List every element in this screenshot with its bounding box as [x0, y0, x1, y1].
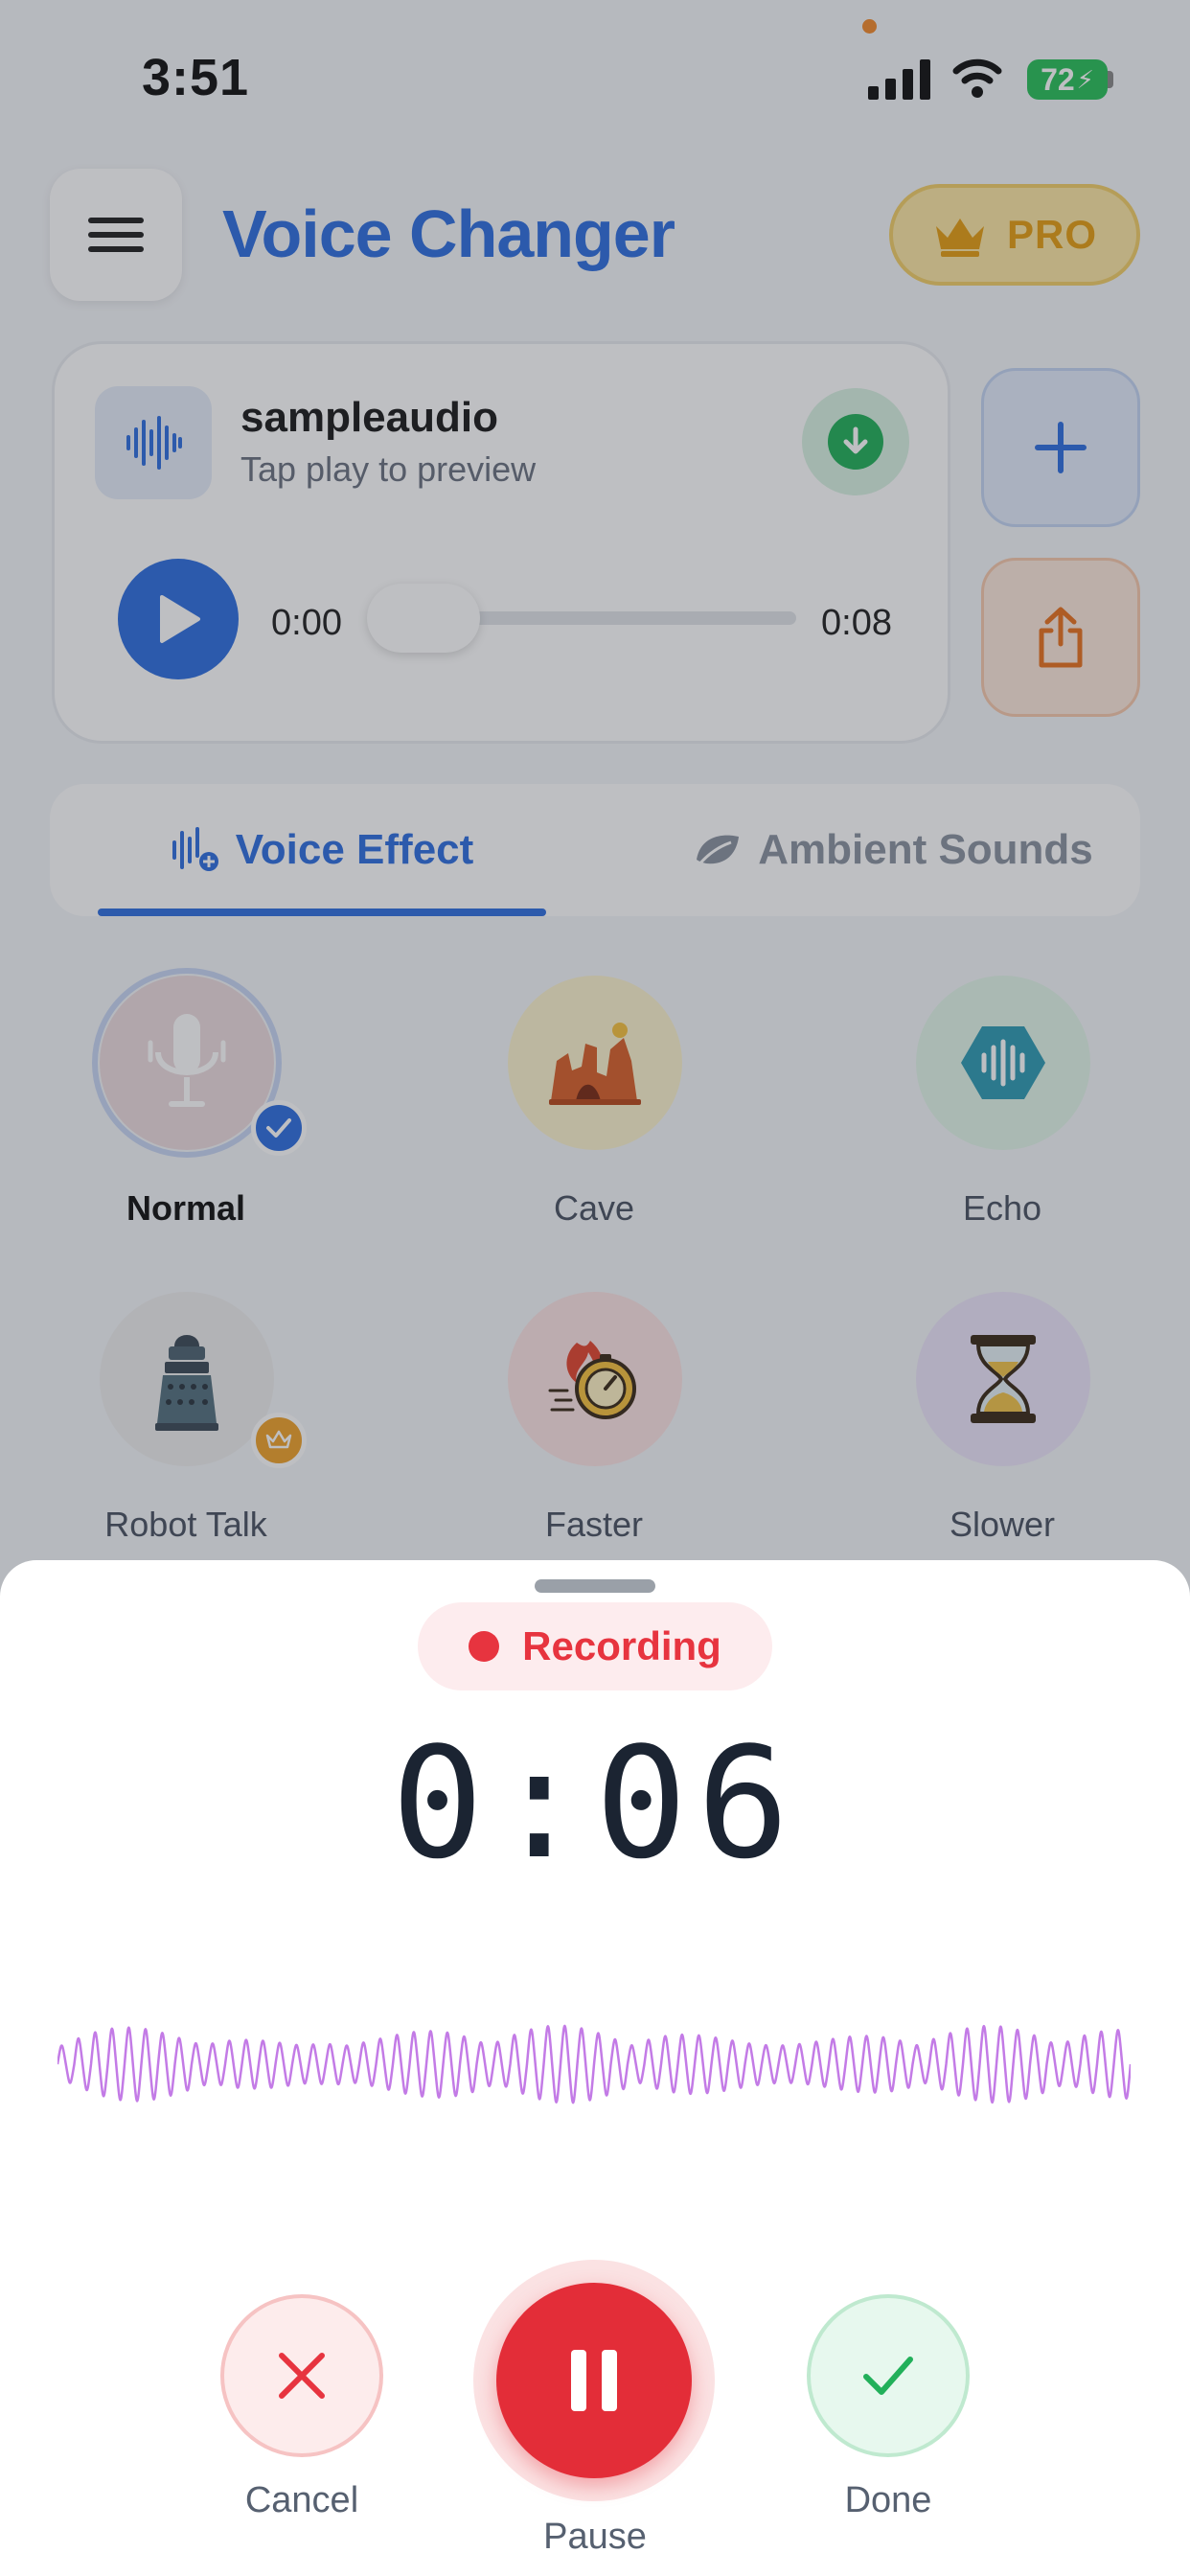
recording-status-badge: Recording	[418, 1602, 772, 1690]
recording-timer: 0:06	[391, 1714, 799, 1893]
recording-waveform	[57, 2024, 1131, 2104]
checkmark-icon	[863, 2357, 913, 2395]
done-button[interactable]	[807, 2294, 970, 2457]
recording-sheet: Recording 0:06 Cancel Pause Done	[0, 1560, 1190, 2576]
pause-icon	[571, 2350, 617, 2411]
recording-dot-icon	[469, 1631, 500, 1662]
pause-button[interactable]	[496, 2283, 692, 2478]
waveform-line	[57, 2024, 1131, 2104]
recording-status-label: Recording	[522, 1623, 721, 1668]
done-label: Done	[844, 2480, 932, 2520]
cancel-label: Cancel	[244, 2480, 359, 2520]
pause-label: Pause	[543, 2517, 647, 2557]
close-icon	[279, 2353, 325, 2399]
sheet-drag-handle[interactable]	[535, 1579, 655, 1593]
cancel-button[interactable]	[220, 2294, 383, 2457]
